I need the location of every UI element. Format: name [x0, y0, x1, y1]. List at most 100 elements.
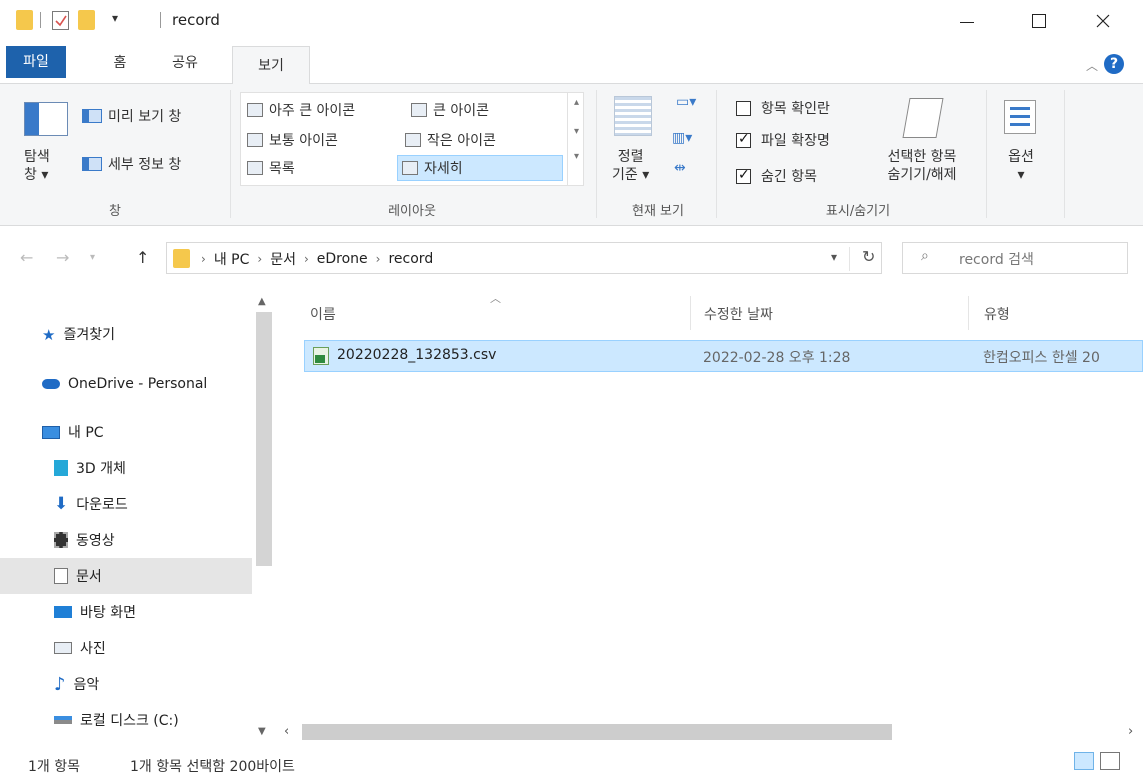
- table-row[interactable]: 20220228_132853.csv 2022-02-28 오후 1:28 한…: [304, 340, 1143, 372]
- breadcrumb-item[interactable]: record: [388, 251, 433, 267]
- tab-home[interactable]: 홈: [98, 44, 142, 84]
- sidebar-item-pictures[interactable]: 사진: [0, 630, 252, 666]
- options-button[interactable]: 옵션 ▾: [1000, 148, 1042, 184]
- sidebar-item-music[interactable]: ♪ 음악: [0, 666, 252, 702]
- column-header-type[interactable]: 유형: [984, 304, 1010, 324]
- properties-quick-access-button[interactable]: [52, 11, 69, 30]
- address-bar-row: ← → ▾ ↑ › 내 PC › 문서 › eDrone › record ▾ …: [0, 226, 1143, 292]
- navigation-pane-icon[interactable]: [24, 102, 68, 136]
- column-divider[interactable]: [690, 296, 691, 330]
- scroll-up-icon[interactable]: ▴: [568, 97, 585, 108]
- scroll-down-icon[interactable]: ▾: [568, 126, 585, 137]
- breadcrumb-separator-icon[interactable]: ›: [304, 252, 309, 266]
- customize-quick-access-dropdown[interactable]: ▾: [112, 11, 118, 25]
- sidebar-item-3d-objects[interactable]: 3D 개체: [0, 450, 252, 486]
- new-folder-quick-access-button[interactable]: [78, 10, 95, 30]
- scroll-right-icon[interactable]: ›: [1128, 724, 1133, 739]
- item-checkboxes-label: 항목 확인란: [761, 101, 830, 117]
- drive-icon: [54, 716, 72, 724]
- column-divider[interactable]: [968, 296, 969, 330]
- cloud-icon: [42, 379, 60, 389]
- group-by-icon[interactable]: ▭▾: [676, 94, 696, 110]
- layout-small-icons[interactable]: 작은 아이콘: [401, 127, 496, 153]
- hidden-items-label: 숨긴 항목: [761, 169, 817, 185]
- layout-gallery-scroll[interactable]: ▴ ▾ ▾: [567, 93, 585, 185]
- sidebar-item-label: 내 PC: [68, 425, 104, 441]
- scrollbar-thumb[interactable]: [256, 312, 272, 566]
- column-header-name[interactable]: 이름: [310, 304, 336, 324]
- sidebar-item-videos[interactable]: 동영상: [0, 522, 252, 558]
- medium-icons-label: 보통 아이콘: [269, 133, 338, 149]
- close-icon: [1096, 14, 1110, 28]
- item-checkboxes-toggle[interactable]: 항목 확인란: [736, 98, 830, 118]
- group-divider: [716, 90, 717, 218]
- up-arrow-icon[interactable]: ↑: [136, 248, 149, 267]
- hide-selected-items-button[interactable]: 선택한 항목 숨기기/해제: [872, 148, 972, 184]
- sidebar-item-local-disk[interactable]: 로컬 디스크 (C:): [0, 702, 252, 738]
- sidebar-item-documents[interactable]: 문서: [0, 558, 252, 594]
- maximize-button[interactable]: [1010, 0, 1068, 42]
- hidden-items-checkbox[interactable]: [736, 167, 751, 184]
- layout-list[interactable]: 목록: [243, 155, 295, 181]
- forward-arrow-icon[interactable]: →: [56, 248, 69, 267]
- file-extensions-checkbox[interactable]: [736, 131, 751, 148]
- hidden-items-toggle[interactable]: 숨긴 항목: [736, 166, 817, 186]
- close-button[interactable]: [1074, 0, 1132, 42]
- minimize-icon: [960, 21, 974, 23]
- sidebar-item-this-pc[interactable]: 내 PC: [0, 414, 252, 450]
- minimize-button[interactable]: [938, 0, 996, 42]
- sidebar-item-desktop[interactable]: 바탕 화면: [0, 594, 252, 630]
- breadcrumb-item[interactable]: eDrone: [317, 251, 368, 267]
- scrollbar-thumb[interactable]: [302, 724, 892, 740]
- collapse-ribbon-icon[interactable]: ︿: [1086, 57, 1098, 74]
- file-list-horizontal-scrollbar[interactable]: ‹ ›: [276, 722, 1143, 744]
- maximize-icon: [1032, 14, 1046, 28]
- navigation-pane-button[interactable]: 탐색 창 ▾: [24, 148, 50, 184]
- breadcrumb-separator-icon[interactable]: ›: [376, 252, 381, 266]
- help-icon[interactable]: ?: [1104, 54, 1124, 74]
- search-placeholder: record 검색: [959, 252, 1034, 268]
- layout-details[interactable]: 자세히: [397, 155, 563, 181]
- large-icons-view-toggle[interactable]: [1100, 752, 1120, 770]
- sidebar-item-downloads[interactable]: ⬇ 다운로드: [0, 486, 252, 522]
- medium-icons-icon: [247, 133, 263, 147]
- file-extensions-toggle[interactable]: 파일 확장명: [736, 130, 830, 150]
- navigation-pane-scrollbar[interactable]: ▲ ▼: [252, 292, 276, 744]
- layout-extra-large-icons[interactable]: 아주 큰 아이콘: [243, 97, 355, 123]
- address-field[interactable]: › 내 PC › 문서 › eDrone › record ▾ ↻: [166, 242, 882, 274]
- scroll-down-icon[interactable]: ▼: [258, 726, 266, 737]
- details-view-toggle[interactable]: [1074, 752, 1094, 770]
- hide-selected-items-icon[interactable]: [902, 98, 944, 138]
- tab-file[interactable]: 파일: [6, 46, 66, 78]
- address-history-dropdown-icon[interactable]: ▾: [831, 250, 837, 264]
- refresh-icon[interactable]: ↻: [849, 247, 875, 271]
- status-item-count: 1개 항목: [28, 759, 80, 775]
- tab-view[interactable]: 보기: [232, 46, 310, 86]
- details-pane-button[interactable]: 세부 정보 창: [82, 154, 181, 174]
- item-checkboxes-checkbox[interactable]: [736, 100, 751, 116]
- add-columns-icon[interactable]: ▥▾: [672, 130, 692, 146]
- breadcrumb-separator-icon[interactable]: ›: [201, 252, 206, 266]
- breadcrumb-item[interactable]: 문서: [270, 249, 296, 269]
- preview-pane-button[interactable]: 미리 보기 창: [82, 106, 181, 126]
- size-columns-icon[interactable]: ⇹: [674, 160, 686, 176]
- scroll-up-icon[interactable]: ▲: [258, 296, 266, 307]
- layout-large-icons[interactable]: 큰 아이콘: [407, 97, 489, 123]
- layout-medium-icons[interactable]: 보통 아이콘: [243, 127, 338, 153]
- options-icon[interactable]: [1004, 100, 1036, 134]
- scroll-left-icon[interactable]: ‹: [284, 724, 289, 739]
- sort-by-icon[interactable]: [614, 96, 652, 136]
- breadcrumb-separator-icon[interactable]: ›: [257, 252, 262, 266]
- breadcrumb-item[interactable]: 내 PC: [214, 249, 250, 269]
- tab-share[interactable]: 공유: [160, 44, 210, 84]
- search-input[interactable]: ⌕ record 검색: [902, 242, 1128, 274]
- sidebar-item-quick-access[interactable]: ★ 즐겨찾기: [0, 316, 252, 352]
- folder-icon: [16, 10, 33, 30]
- sidebar-item-onedrive[interactable]: OneDrive - Personal: [0, 366, 252, 402]
- gallery-expand-icon[interactable]: ▾: [568, 151, 585, 162]
- column-header-date[interactable]: 수정한 날짜: [704, 304, 773, 324]
- recent-locations-icon[interactable]: ▾: [90, 252, 95, 263]
- back-arrow-icon[interactable]: ←: [20, 248, 33, 267]
- sort-by-button[interactable]: 정렬 기준 ▾: [612, 148, 649, 184]
- list-icon: [247, 161, 263, 175]
